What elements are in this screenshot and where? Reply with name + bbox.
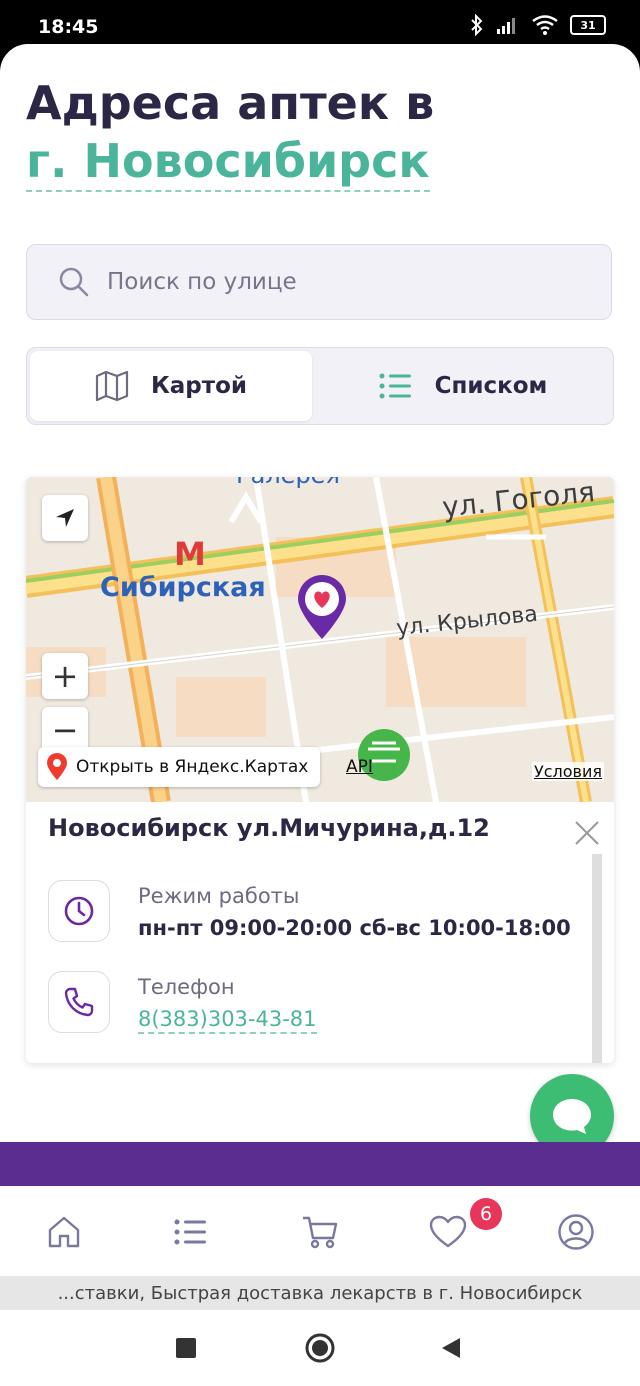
- page-title: Адреса аптек в г. Новосибирск: [26, 74, 616, 192]
- promo-marquee: ...ставки, Быстрая доставка лекарств в г…: [0, 1276, 640, 1310]
- map-view-label: Картой: [150, 373, 248, 399]
- phone-link[interactable]: 8(383)303-43-81: [138, 1007, 317, 1034]
- chat-bubble-icon: [553, 1099, 591, 1134]
- home-circle-icon[interactable]: [305, 1333, 335, 1363]
- wifi-icon: [532, 15, 558, 35]
- recents-square-icon[interactable]: [176, 1338, 196, 1358]
- open-in-yandex-maps-link[interactable]: Открыть в Яндекс.Картах: [38, 747, 321, 787]
- favorites-count-badge: 6: [470, 1198, 502, 1230]
- map-label-galereya: Галерея: [236, 477, 340, 489]
- navigation-arrow-icon: [56, 509, 74, 527]
- map-view-button[interactable]: Картой: [30, 351, 312, 421]
- status-time: 18:45: [38, 16, 99, 38]
- nav-home[interactable]: [40, 1208, 88, 1256]
- city-selector[interactable]: г. Новосибирск: [26, 132, 430, 192]
- profile-icon: [558, 1214, 594, 1250]
- system-navigation-bar: [0, 1310, 640, 1386]
- map-card: M Галерея ул. Гоголя Сибирская ул. Крыло…: [26, 477, 614, 1063]
- close-icon[interactable]: [574, 820, 600, 846]
- list-icon: [379, 373, 411, 399]
- locate-me-button[interactable]: [42, 495, 88, 541]
- svg-text:M: M: [174, 535, 206, 573]
- view-toggle: Картой Списком: [26, 347, 614, 425]
- search-box[interactable]: [26, 244, 612, 320]
- app-screen: Адреса аптек в г. Новосибирск Картой Спи…: [0, 44, 640, 1310]
- pharmacy-info-panel: Новосибирск ул.Мичурина,д.12 Режим работ…: [26, 802, 614, 1063]
- pharmacy-name: Новосибирск ул.Мичурина,д.12: [48, 814, 490, 842]
- list-view-label: Списком: [434, 373, 548, 399]
- list-view-button[interactable]: Списком: [317, 351, 609, 421]
- phone-row: Телефон 8(383)303-43-81: [48, 971, 578, 1037]
- bluetooth-icon: [471, 14, 483, 36]
- footer-strip: [0, 1142, 640, 1186]
- nav-favorites[interactable]: [424, 1208, 472, 1256]
- pharmacy-location-marker[interactable]: [294, 575, 350, 641]
- catalog-list-icon: [174, 1219, 206, 1245]
- nav-profile[interactable]: [552, 1208, 600, 1256]
- page-title-text: Адреса аптек в: [26, 76, 435, 130]
- open-in-yandex-label: Открыть в Яндекс.Картах: [76, 757, 309, 777]
- phone-icon: [48, 971, 110, 1033]
- status-icons: 31: [470, 14, 606, 36]
- bottom-navigation: 6: [0, 1186, 640, 1276]
- working-hours-value: пн-пт 09:00-20:00 сб-вс 10:00-18:00: [138, 916, 571, 940]
- search-icon: [59, 267, 89, 297]
- favorites-heart-icon: [429, 1215, 467, 1248]
- back-triangle-icon[interactable]: [440, 1336, 462, 1360]
- cart-icon: [303, 1216, 338, 1249]
- map-pin-icon: [47, 753, 67, 780]
- nav-cart[interactable]: [296, 1208, 344, 1256]
- signal-icon: [497, 18, 515, 34]
- battery-indicator: 31: [570, 15, 606, 35]
- phone-label: Телефон: [138, 975, 235, 999]
- zoom-in-button[interactable]: +: [42, 653, 88, 699]
- nav-catalog[interactable]: [167, 1208, 215, 1256]
- api-link[interactable]: API: [346, 757, 373, 777]
- search-input[interactable]: [105, 268, 569, 296]
- working-hours-label: Режим работы: [138, 884, 300, 908]
- map-icon: [95, 370, 129, 402]
- working-hours-row: Режим работы пн-пт 09:00-20:00 сб-вс 10:…: [48, 880, 578, 946]
- info-panel-scrollbar[interactable]: [592, 854, 602, 1063]
- home-icon: [48, 1216, 80, 1248]
- terms-link[interactable]: Условия: [531, 762, 604, 781]
- clock-icon: [48, 880, 110, 942]
- map-widget[interactable]: M Галерея ул. Гоголя Сибирская ул. Крыло…: [26, 477, 614, 802]
- map-label-sibirskaya-metro: Сибирская: [100, 572, 266, 603]
